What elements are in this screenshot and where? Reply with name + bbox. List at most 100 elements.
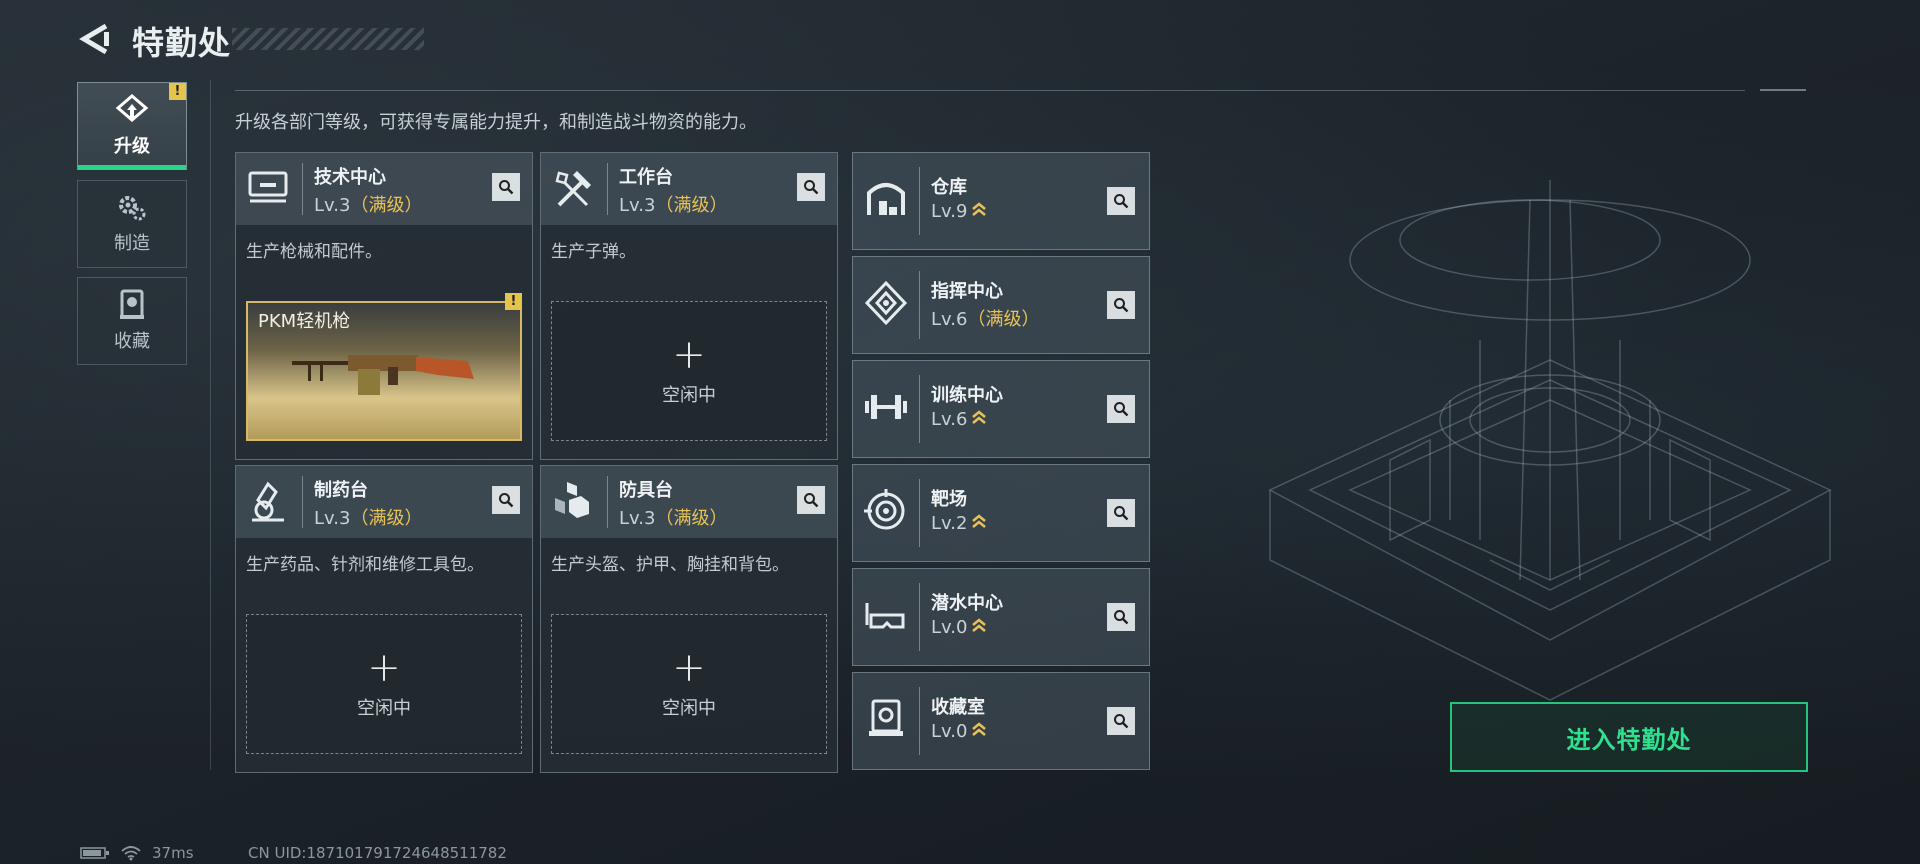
collection-room-icon <box>869 699 903 736</box>
facility-level: Lv.6 <box>931 409 987 430</box>
facility-card-shooting-range[interactable]: 靶场 Lv.2 <box>852 464 1150 562</box>
add-icon: + <box>672 645 706 691</box>
facility-level: Lv.6（满级） <box>931 309 1040 330</box>
inspect-button[interactable] <box>492 173 520 201</box>
upgrade-chevron-icon <box>972 618 987 632</box>
sidebar-tab-craft[interactable]: 制造 <box>77 180 187 268</box>
facility-card-training-center[interactable]: 训练中心 Lv.6 <box>852 360 1150 458</box>
upgrade-chevron-icon <box>972 722 987 736</box>
workshop-card-pharmacy[interactable]: 制药台 Lv.3（满级） 生产药品、针剂和维修工具包。 + 空闲中 <box>235 465 533 773</box>
battery-icon <box>80 847 109 859</box>
slot-status: 空闲中 <box>662 385 716 406</box>
add-icon: + <box>367 645 401 691</box>
back-arrow-icon[interactable] <box>78 22 112 56</box>
tech-center-icon <box>248 171 288 203</box>
ping-readout: 37ms <box>152 844 194 862</box>
inspect-button[interactable] <box>797 486 825 514</box>
workshop-level: Lv.3（满级） <box>314 508 423 529</box>
armor-bench-icon <box>555 482 589 518</box>
workshop-card-tech-center[interactable]: 技术中心 Lv.3（满级） 生产枪械和配件。 PKM轻机枪 ! <box>235 152 533 460</box>
sidebar-tab-upgrade[interactable]: 升级 ! <box>77 82 187 170</box>
machine-gun-icon <box>292 355 474 395</box>
upgrade-chevron-icon <box>972 514 987 528</box>
page-title: 特勤处 <box>132 24 232 62</box>
magnifier-icon <box>1114 402 1129 417</box>
divider <box>235 90 1745 91</box>
facility-card-warehouse[interactable]: 仓库 Lv.9 <box>852 152 1150 250</box>
magnifier-icon <box>499 180 514 195</box>
workshop-name: 工作台 <box>619 167 673 188</box>
pharmacy-icon <box>252 481 284 522</box>
production-slot-empty[interactable]: + 空闲中 <box>551 301 827 441</box>
production-slot-empty[interactable]: + 空闲中 <box>551 614 827 754</box>
facility-level: Lv.0 <box>931 617 987 638</box>
status-bar: 37ms <box>80 844 194 862</box>
enter-special-ops-button[interactable]: 进入特勤处 <box>1450 702 1808 772</box>
magnifier-icon <box>1114 610 1129 625</box>
inspect-button[interactable] <box>1107 395 1135 423</box>
magnifier-icon <box>1114 194 1129 209</box>
divider <box>1760 89 1806 91</box>
inspect-button[interactable] <box>1107 603 1135 631</box>
facility-name: 潜水中心 <box>931 593 1003 614</box>
upgrade-chevron-icon <box>972 410 987 424</box>
inspect-button[interactable] <box>1107 291 1135 319</box>
target-icon <box>864 489 905 530</box>
warning-badge: ! <box>505 293 522 310</box>
upgrade-icon <box>115 94 149 122</box>
divider <box>210 80 211 770</box>
facility-level: Lv.2 <box>931 513 987 534</box>
inspect-button[interactable] <box>1107 499 1135 527</box>
magnifier-icon <box>499 493 514 508</box>
command-center-icon <box>864 280 908 326</box>
production-slot-empty[interactable]: + 空闲中 <box>246 614 522 754</box>
workshop-name: 技术中心 <box>314 167 386 188</box>
magnifier-icon <box>804 180 819 195</box>
production-slot-item[interactable]: PKM轻机枪 <box>246 301 522 441</box>
collection-icon <box>120 289 144 319</box>
magnifier-icon <box>804 493 819 508</box>
sidebar-tab-label: 升级 <box>114 136 150 157</box>
facility-level: Lv.0 <box>931 721 987 742</box>
add-icon: + <box>672 332 706 378</box>
workshop-card-armor-bench[interactable]: 防具台 Lv.3（满级） 生产头盔、护甲、胸挂和背包。 + 空闲中 <box>540 465 838 773</box>
facility-name: 指挥中心 <box>931 281 1003 302</box>
dumbbell-icon <box>865 395 907 419</box>
workshop-description: 生产子弹。 <box>551 242 636 262</box>
facility-name: 仓库 <box>931 177 967 198</box>
facility-level: Lv.9 <box>931 201 987 222</box>
item-name: PKM轻机枪 <box>258 311 351 332</box>
workshop-description: 生产药品、针剂和维修工具包。 <box>246 555 484 575</box>
workshop-level: Lv.3（满级） <box>619 508 728 529</box>
workshop-card-workbench[interactable]: 工作台 Lv.3（满级） 生产子弹。 + 空闲中 <box>540 152 838 460</box>
magnifier-icon <box>1114 714 1129 729</box>
facility-name: 收藏室 <box>931 697 985 718</box>
workshop-description: 生产头盔、护甲、胸挂和背包。 <box>551 555 789 575</box>
workshop-name: 制药台 <box>314 480 368 501</box>
wifi-icon <box>121 846 141 861</box>
sidebar-tab-collection[interactable]: 收藏 <box>77 277 187 365</box>
facility-card-collection-room[interactable]: 收藏室 Lv.0 <box>852 672 1150 770</box>
inspect-button[interactable] <box>797 173 825 201</box>
workbench-icon <box>555 171 591 207</box>
inspect-button[interactable] <box>1107 707 1135 735</box>
page-description: 升级各部门等级，可获得专属能力提升，和制造战斗物资的能力。 <box>235 112 757 133</box>
workshop-level: Lv.3（满级） <box>314 195 423 216</box>
facility-card-command-center[interactable]: 指挥中心 Lv.6（满级） <box>852 256 1150 354</box>
sidebar-tab-label: 制造 <box>114 233 150 254</box>
inspect-button[interactable] <box>1107 187 1135 215</box>
warehouse-icon <box>867 183 905 215</box>
facility-name: 训练中心 <box>931 385 1003 406</box>
warning-badge: ! <box>169 83 186 100</box>
facility-name: 靶场 <box>931 489 967 510</box>
facility-card-diving-center[interactable]: 潜水中心 Lv.0 <box>852 568 1150 666</box>
magnifier-icon <box>1114 298 1129 313</box>
inspect-button[interactable] <box>492 486 520 514</box>
workshop-level: Lv.3（满级） <box>619 195 728 216</box>
workshop-name: 防具台 <box>619 480 673 501</box>
upgrade-chevron-icon <box>972 202 987 216</box>
user-uid: CN UID:18710179172464851178​2 <box>248 844 507 862</box>
gears-icon <box>119 196 146 221</box>
base-blueprint-illustration <box>1268 180 1832 701</box>
workshop-description: 生产枪械和配件。 <box>246 242 382 262</box>
